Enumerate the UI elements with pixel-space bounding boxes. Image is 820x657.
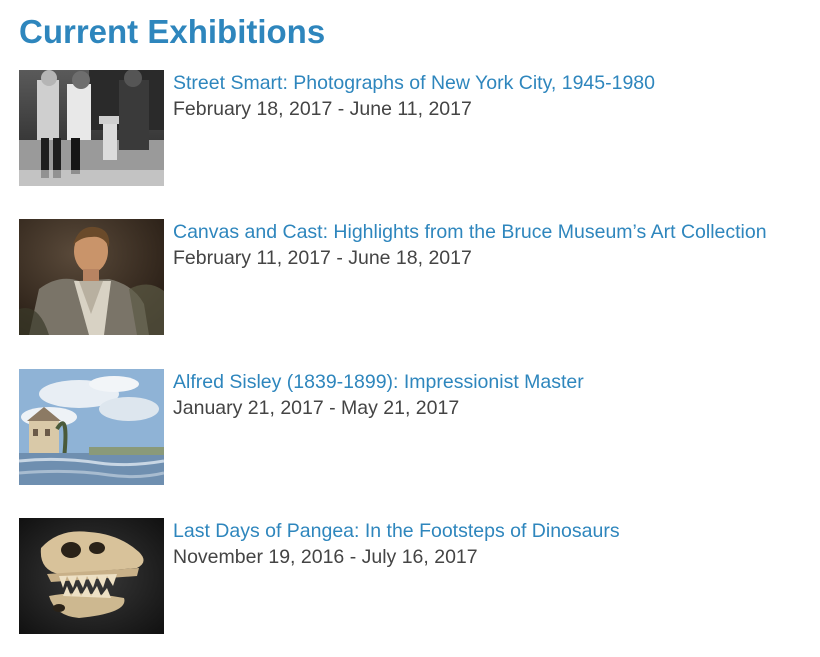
street-photo-thumbnail[interactable] [19,70,164,186]
exhibition-dates: February 18, 2017 - June 11, 2017 [173,98,472,120]
exhibition-title-link[interactable]: Last Days of Pangea: In the Footsteps of… [173,518,620,544]
exhibition-item-canvas-and-cast: Canvas and Cast: Highlights from the Bru… [19,219,819,336]
page-title: Current Exhibitions [19,13,326,50]
exhibition-item-last-days-of-pangea: Last Days of Pangea: In the Footsteps of… [19,518,819,635]
exhibition-item-street-smart: Street Smart: Photographs of New York Ci… [19,70,819,187]
exhibition-dates: January 21, 2017 - May 21, 2017 [173,397,460,419]
exhibition-item-alfred-sisley: Alfred Sisley (1839-1899): Impressionist… [19,369,819,486]
exhibition-dates: November 19, 2016 - July 16, 2017 [173,546,478,568]
exhibition-title-link[interactable]: Street Smart: Photographs of New York Ci… [173,70,655,96]
exhibition-title-link[interactable]: Alfred Sisley (1839-1899): Impressionist… [173,369,584,395]
dinosaur-skull-thumbnail[interactable] [19,518,164,634]
portrait-painting-thumbnail[interactable] [19,219,164,335]
exhibition-dates: February 11, 2017 - June 18, 2017 [173,247,472,269]
impressionist-landscape-thumbnail[interactable] [19,369,164,485]
exhibition-title-link[interactable]: Canvas and Cast: Highlights from the Bru… [173,219,767,245]
